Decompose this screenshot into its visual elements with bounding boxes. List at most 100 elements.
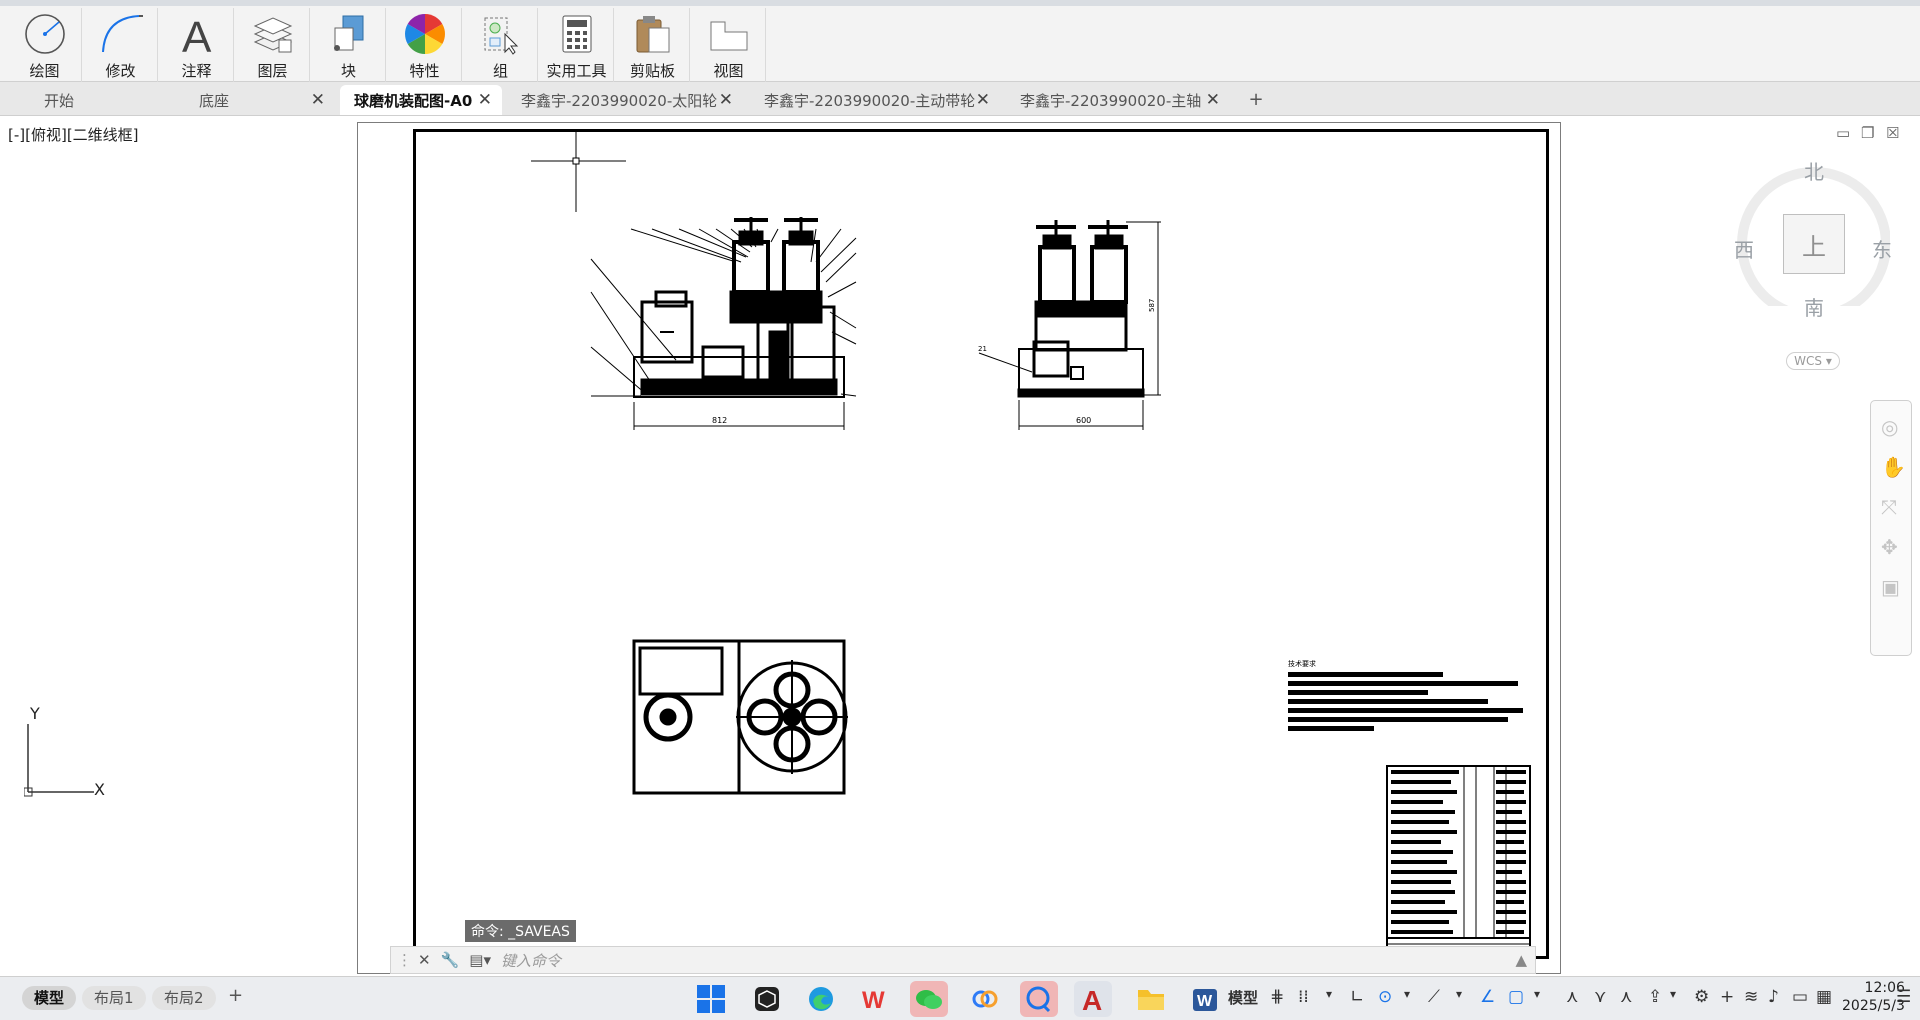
view-cube[interactable]: 北 西 东 南 上 bbox=[1730, 156, 1892, 320]
add-layout-button[interactable]: + bbox=[228, 985, 243, 1006]
view-cube-top-face[interactable]: 上 bbox=[1783, 214, 1845, 274]
showmotion-icon[interactable]: ▣ bbox=[1881, 575, 1900, 599]
close-icon[interactable]: ✕ bbox=[478, 90, 492, 110]
close-icon[interactable]: ✕ bbox=[1206, 90, 1220, 110]
hamburger-menu-icon[interactable]: ☰ bbox=[1896, 987, 1911, 1007]
ribbon-utilities[interactable]: 实用工具 bbox=[540, 8, 614, 82]
command-input[interactable]: 键入命令 bbox=[501, 950, 561, 971]
file-explorer-icon[interactable] bbox=[1132, 981, 1170, 1017]
steering-wheel-icon[interactable]: ◎ bbox=[1881, 415, 1898, 439]
ribbon-modify[interactable]: 修改 bbox=[84, 8, 158, 82]
settings-gear-icon[interactable]: ⚙ bbox=[1694, 987, 1709, 1007]
navigation-bar: ◎ ✋ ⤧ ✥ ▣ bbox=[1870, 400, 1912, 656]
wechat-icon[interactable] bbox=[910, 981, 948, 1017]
plan-view bbox=[632, 639, 848, 795]
ribbon-properties-label: 特性 bbox=[409, 62, 440, 80]
layout-tab-1[interactable]: 布局1 bbox=[82, 986, 146, 1010]
viewport-label[interactable]: [-][俯视][二维线框] bbox=[8, 124, 139, 145]
grid-icon[interactable]: ⋕ bbox=[1270, 987, 1284, 1007]
tab-base[interactable]: 底座 ✕ bbox=[185, 85, 335, 115]
polar-dropdown-icon[interactable]: ▾ bbox=[1404, 987, 1410, 1001]
baidu-netdisk-icon[interactable] bbox=[966, 981, 1004, 1017]
edge-browser-icon[interactable] bbox=[802, 981, 840, 1017]
ribbon-block-label: 块 bbox=[340, 62, 356, 80]
ucs-y-label: Y bbox=[30, 704, 40, 723]
ribbon-properties[interactable]: 特性 bbox=[388, 8, 462, 82]
ribbon-layers[interactable]: 图层 bbox=[236, 8, 310, 82]
side-view bbox=[978, 220, 1161, 430]
workspace-switch-icon[interactable]: ⇪ bbox=[1648, 987, 1662, 1007]
ribbon-utilities-label: 实用工具 bbox=[546, 62, 607, 80]
word-icon[interactable]: W bbox=[1186, 981, 1224, 1017]
ribbon-group[interactable]: 组 bbox=[464, 8, 538, 82]
annotation-monitor-icon[interactable]: + bbox=[1720, 987, 1734, 1007]
tab-main-shaft[interactable]: 李鑫宇-2203990020-主轴 ✕ bbox=[1006, 85, 1230, 115]
close-icon[interactable]: ✕ bbox=[976, 90, 990, 110]
grip-icon[interactable]: ⋮ bbox=[397, 951, 412, 969]
add-tab-button[interactable]: + bbox=[1243, 89, 1269, 111]
close-icon[interactable]: ☒ bbox=[1886, 124, 1899, 142]
restore-icon[interactable]: ❐ bbox=[1861, 124, 1874, 142]
annotation-autoscale-icon[interactable]: ⋏ bbox=[1620, 987, 1632, 1007]
customize-wrench-icon[interactable]: 🔧 bbox=[441, 951, 460, 969]
close-icon[interactable]: ✕ bbox=[311, 90, 325, 110]
view-icon bbox=[707, 12, 751, 56]
workspace-dropdown-icon[interactable]: ▾ bbox=[1670, 987, 1676, 1001]
command-expand-icon[interactable]: ▲ bbox=[1515, 951, 1527, 969]
wps-office-icon[interactable]: W bbox=[858, 981, 896, 1017]
autocad-icon[interactable]: A bbox=[1074, 981, 1112, 1017]
minimize-icon[interactable]: ▭ bbox=[1836, 124, 1850, 142]
ortho-icon[interactable]: ∟ bbox=[1350, 987, 1364, 1007]
compass-north[interactable]: 北 bbox=[1804, 156, 1824, 185]
command-line[interactable]: ⋮ ✕ 🔧 ▤▾ 键入命令 ▲ bbox=[390, 946, 1536, 974]
ribbon-annotate[interactable]: A 注释 bbox=[160, 8, 234, 82]
layout-tab-2[interactable]: 布局2 bbox=[152, 986, 216, 1010]
object-snap-tracking-icon[interactable]: ∠ bbox=[1480, 987, 1495, 1007]
snap-icon[interactable]: ⁞⁞ bbox=[1298, 987, 1309, 1007]
ribbon-layers-label: 图层 bbox=[257, 62, 288, 80]
compass-west[interactable]: 西 bbox=[1734, 234, 1754, 263]
tab-ball-mill-assembly[interactable]: 球磨机装配图-A0 ✕ bbox=[340, 85, 502, 115]
ribbon-draw[interactable]: 绘图 bbox=[8, 8, 82, 82]
annotation-scale-icon[interactable]: ⋏ bbox=[1566, 987, 1578, 1007]
object-snap-icon[interactable]: ▢ bbox=[1508, 987, 1524, 1007]
polar-tracking-icon[interactable]: ⊙ bbox=[1378, 987, 1392, 1007]
windows-start-icon[interactable] bbox=[692, 981, 730, 1017]
compass-east[interactable]: 东 bbox=[1872, 234, 1892, 263]
zoom-extents-icon[interactable]: ⤧ bbox=[1881, 495, 1897, 519]
dim-front-width: 812 bbox=[712, 416, 727, 425]
ribbon-clipboard[interactable]: 剪贴板 bbox=[616, 8, 690, 82]
snap-dropdown-icon[interactable]: ▾ bbox=[1326, 987, 1332, 1001]
block-icon bbox=[327, 12, 371, 56]
wifi-icon[interactable]: ≋ bbox=[1744, 987, 1758, 1007]
ribbon-view[interactable]: 视图 bbox=[692, 8, 766, 82]
close-icon[interactable]: ✕ bbox=[719, 90, 733, 110]
orbit-icon[interactable]: ✥ bbox=[1881, 535, 1898, 559]
status-model-label[interactable]: 模型 bbox=[1228, 987, 1258, 1008]
close-icon[interactable]: ✕ bbox=[418, 951, 431, 969]
battery-icon[interactable]: ▭ bbox=[1792, 987, 1808, 1007]
compass-south[interactable]: 南 bbox=[1804, 292, 1824, 321]
ribbon-block[interactable]: 块 bbox=[312, 8, 386, 82]
svg-text:W: W bbox=[862, 987, 885, 1012]
wcs-menu[interactable]: WCS ▾ bbox=[1786, 352, 1840, 370]
ucs-x-label: X bbox=[94, 780, 105, 799]
drawing-frame: 812 21 600 587 技术要求 bbox=[413, 129, 1549, 959]
app-cube-icon[interactable] bbox=[748, 981, 786, 1017]
tab-sun-gear[interactable]: 李鑫宇-2203990020-太阳轮 ✕ bbox=[507, 85, 743, 115]
qq-chat-icon[interactable] bbox=[1020, 981, 1058, 1017]
recent-commands-icon[interactable]: ▤▾ bbox=[469, 951, 491, 969]
object-snap-dropdown-icon[interactable]: ▾ bbox=[1534, 987, 1540, 1001]
isodraft-icon[interactable]: ⟋ bbox=[1428, 987, 1440, 1007]
drawing-workspace[interactable]: [-][俯视][二维线框] ▭ ❐ ☒ 812 21 600 587 技术要求 … bbox=[0, 116, 1920, 976]
layout-tab-model[interactable]: 模型 bbox=[22, 986, 77, 1010]
dim-side-height: 587 bbox=[1148, 299, 1156, 312]
isodraft-dropdown-icon[interactable]: ▾ bbox=[1456, 987, 1462, 1001]
pan-hand-icon[interactable]: ✋ bbox=[1881, 455, 1906, 479]
tab-driving-pulley-label: 李鑫宇-2203990020-主动带轮 bbox=[764, 91, 976, 110]
tab-driving-pulley[interactable]: 李鑫宇-2203990020-主动带轮 ✕ bbox=[750, 85, 1000, 115]
annotation-visibility-icon[interactable]: ⋎ bbox=[1594, 987, 1606, 1007]
volume-icon[interactable]: ♪ bbox=[1768, 987, 1779, 1007]
tab-start[interactable]: 开始 bbox=[30, 85, 180, 115]
tray-icon[interactable]: ▦ bbox=[1816, 987, 1832, 1007]
